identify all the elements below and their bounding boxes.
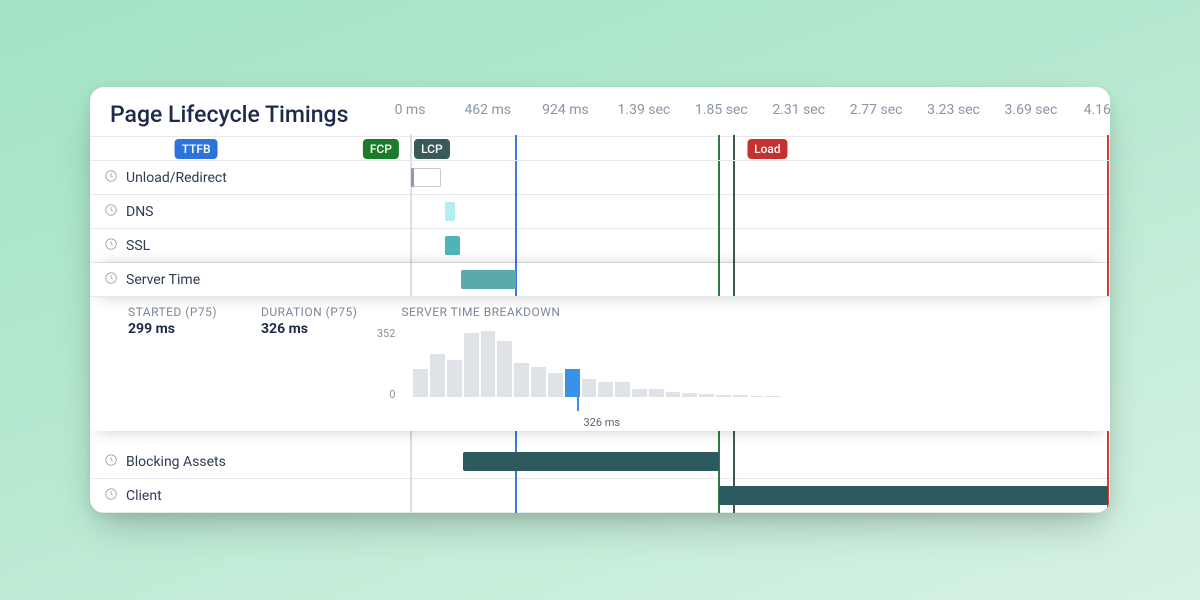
histo-p75-mark xyxy=(577,397,579,411)
row-ssl[interactable]: SSL xyxy=(90,229,1110,263)
row-unload[interactable]: Unload/Redirect xyxy=(90,161,1110,195)
row-label-server: Server Time xyxy=(90,263,410,296)
bar-ssl xyxy=(445,236,460,255)
clock-icon xyxy=(104,271,118,289)
row-timeline-ssl xyxy=(410,229,1110,262)
event-label-fcp[interactable]: FCP xyxy=(363,139,399,159)
timeline-tick: 1.39 sec xyxy=(618,102,671,118)
row-client[interactable]: Client xyxy=(90,479,1110,513)
timeline-tick: 2.31 sec xyxy=(772,102,825,118)
bar-dns xyxy=(445,202,455,221)
histo-bar xyxy=(716,395,731,397)
histo-bar xyxy=(447,360,462,398)
row-label-text: Client xyxy=(126,488,162,504)
row-label-ssl: SSL xyxy=(90,229,410,262)
event-label-load[interactable]: Load xyxy=(747,139,788,159)
row-dns[interactable]: DNS xyxy=(90,195,1110,229)
histo-bar xyxy=(582,379,597,397)
duration-value: 326 ms xyxy=(261,321,357,337)
row-label-text: Unload/Redirect xyxy=(126,170,227,186)
histo-ymin: 0 xyxy=(389,388,395,401)
row-server[interactable]: Server Time xyxy=(90,263,1110,297)
breakdown-histogram: 352 0 326 ms xyxy=(401,325,781,411)
timeline-tick: 2.77 sec xyxy=(850,102,903,118)
breakdown-block: SERVER TIME BREAKDOWN 352 0 326 ms xyxy=(401,305,1086,411)
row-timeline-blocking xyxy=(410,445,1110,478)
timeline-tick: 0 ms xyxy=(395,102,426,118)
panel-title: Page Lifecycle Timings xyxy=(110,101,410,128)
row-label-unload: Unload/Redirect xyxy=(90,161,410,194)
row-label-text: SSL xyxy=(126,238,150,254)
started-value: 299 ms xyxy=(128,321,217,337)
bar-unload xyxy=(411,168,441,187)
event-label-lcp[interactable]: LCP xyxy=(414,139,450,159)
clock-icon xyxy=(104,203,118,221)
histo-bar xyxy=(413,369,428,397)
timeline-tick: 3.69 sec xyxy=(1005,102,1058,118)
clock-icon xyxy=(104,487,118,505)
timeline-tick: 462 ms xyxy=(464,102,511,118)
histo-p75-label: 326 ms xyxy=(583,416,620,429)
row-label-text: Blocking Assets xyxy=(126,454,226,470)
events-label-row: TTFB FCP LCP Load xyxy=(90,137,1110,161)
histo-bar xyxy=(481,331,496,397)
bar-unload xyxy=(411,168,414,187)
breakdown-caption: SERVER TIME BREAKDOWN xyxy=(401,305,1086,319)
timeline-tick: 3.23 sec xyxy=(927,102,980,118)
row-timeline-unload xyxy=(410,161,1110,194)
bar-client xyxy=(719,486,1108,505)
started-block: STARTED (P75) 299 ms xyxy=(128,305,217,411)
histo-bar xyxy=(615,382,630,397)
histo-bar xyxy=(766,396,781,397)
histo-bar xyxy=(464,333,479,397)
row-label-text: Server Time xyxy=(126,272,200,288)
histo-bar xyxy=(548,373,563,397)
histo-bar xyxy=(632,389,647,397)
histo-bar xyxy=(750,396,765,398)
clock-icon xyxy=(104,169,118,187)
histo-ymax: 352 xyxy=(377,327,396,340)
row-timeline-server xyxy=(410,263,1110,296)
event-label-ttfb[interactable]: TTFB xyxy=(175,139,218,159)
histo-bar xyxy=(430,354,445,397)
histo-bar xyxy=(733,395,748,397)
row-blocking[interactable]: Blocking Assets xyxy=(90,445,1110,479)
histo-bar xyxy=(531,367,546,397)
duration-caption: DURATION (P75) xyxy=(261,305,357,319)
clock-icon xyxy=(104,237,118,255)
histo-bar xyxy=(514,363,529,397)
histo-bar xyxy=(598,382,613,397)
histo-bar xyxy=(699,394,714,397)
timeline-tick-row: 0 ms462 ms924 ms1.39 sec1.85 sec2.31 sec… xyxy=(410,102,1090,128)
histo-bar xyxy=(682,393,697,397)
row-label-client: Client xyxy=(90,479,410,512)
row-label-dns: DNS xyxy=(90,195,410,228)
server-time-detail: STARTED (P75) 299 ms DURATION (P75) 326 … xyxy=(90,297,1110,431)
timeline-tick: 1.85 sec xyxy=(695,102,748,118)
histo-bar xyxy=(565,369,580,397)
timeline-tick: 924 ms xyxy=(542,102,589,118)
duration-block: DURATION (P75) 326 ms xyxy=(261,305,357,411)
row-label-blocking: Blocking Assets xyxy=(90,445,410,478)
clock-icon xyxy=(104,453,118,471)
timeline-tick: 4.16 sec xyxy=(1084,102,1110,118)
row-timeline-client xyxy=(410,479,1110,512)
row-timeline-dns xyxy=(410,195,1110,228)
histo-bar xyxy=(497,341,512,397)
started-caption: STARTED (P75) xyxy=(128,305,217,319)
histo-bar xyxy=(666,392,681,397)
bar-server xyxy=(461,270,516,289)
histo-bar xyxy=(649,389,664,397)
server-time-expanded: Server Time STARTED (P75) 299 ms DURATIO… xyxy=(90,263,1110,431)
page-lifecycle-panel: Page Lifecycle Timings 0 ms 462 ms 924 ms 1… xyxy=(90,87,1110,513)
timing-rows: Unload/Redirect DNS SSL Server Time STARTED… xyxy=(90,161,1110,513)
row-label-text: DNS xyxy=(126,204,154,220)
bar-blocking xyxy=(463,452,719,471)
panel-header: Page Lifecycle Timings 0 ms 462 ms 924 ms 1… xyxy=(90,87,1110,137)
